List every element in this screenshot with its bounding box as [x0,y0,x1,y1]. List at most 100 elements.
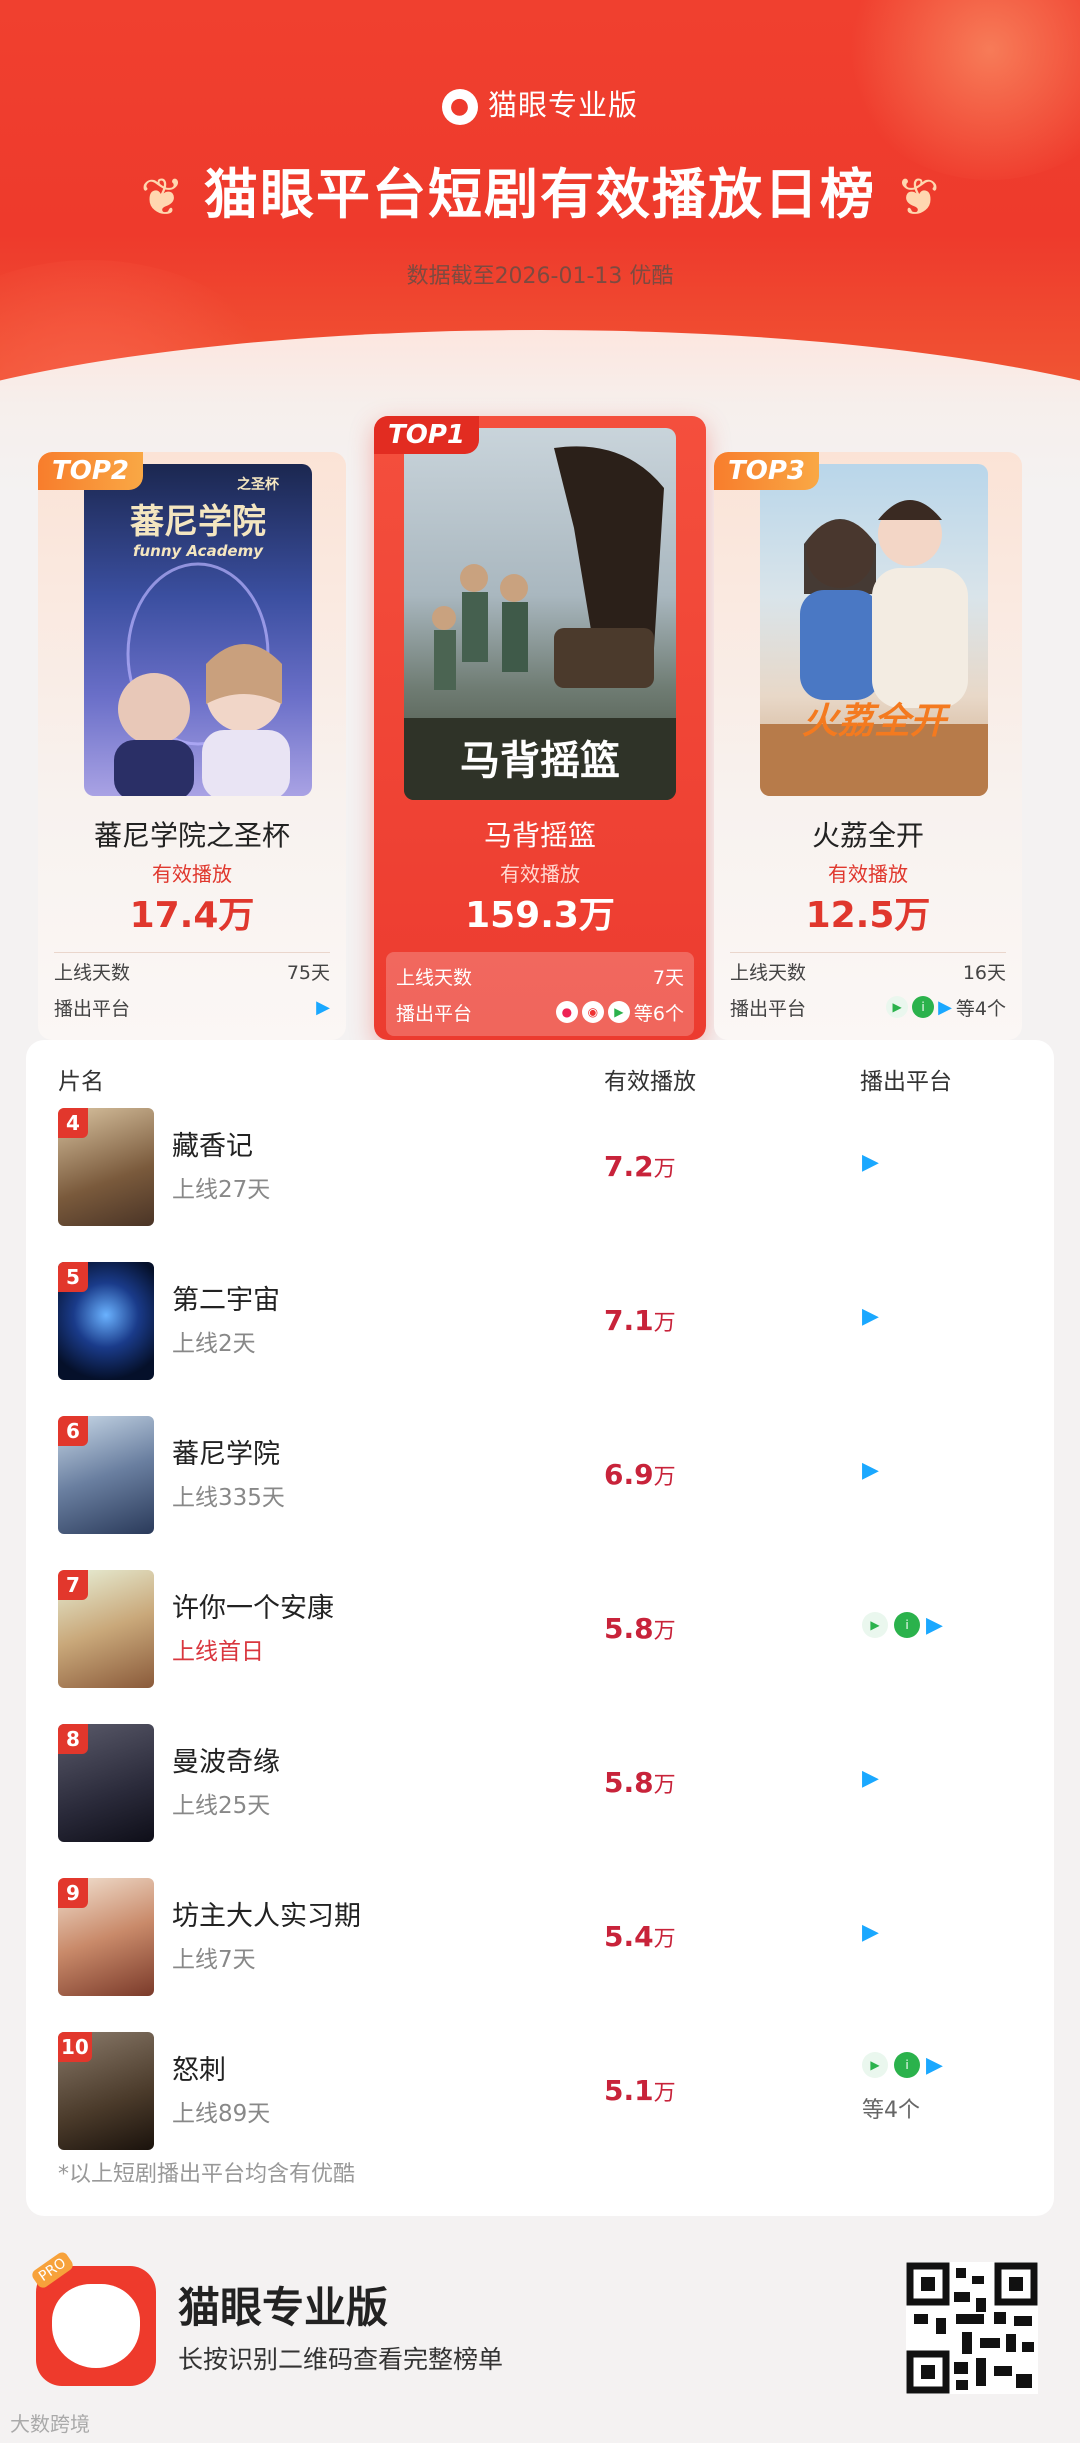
list-item[interactable]: 4 藏香记 上线27天 7.2万 ▶ [26,1098,1054,1238]
tencent-video-icon: ◉ [581,1001,604,1023]
youku-icon: ▶ [862,1304,879,1329]
platform-label: 播出平台 [396,1002,473,1025]
maoyan-cat-icon: ● [441,89,478,125]
top2-poster: 蕃尼学院 之圣杯 funny Academy [84,464,312,796]
rank-badge: 8 [58,1724,88,1754]
drama-title: 许你一个安康 [172,1593,334,1624]
drama-title: 坊主大人实习期 [172,1901,361,1932]
drama-thumbnail: 6 [58,1416,154,1534]
rank-badge: 7 [58,1570,88,1600]
laurel-right-icon: ❦ [894,168,940,229]
play-count: 5.1万 [604,2074,676,2107]
top1-poster: 马背摇篮 [404,428,676,800]
top1-card[interactable]: 马背摇篮 TOP1 马背摇篮 有效播放 159.3万 上线天数 7天 播出平台 ●… [374,416,706,1040]
days-online: 上线2天 [172,1331,256,1357]
iqiyi-icon: ▶ [607,1001,630,1023]
rank-badge: TOP3 [714,452,819,490]
metric-label: 有效播放 [152,862,232,886]
play-count: 17.4万 [129,895,255,936]
brand-header: ● 猫眼专业版 [0,82,1080,125]
days-label: 上线天数 [396,966,473,989]
drama-title: 火荔全开 [811,819,924,852]
list-item[interactable]: 9 坊主大人实习期 上线7天 5.4万 ▶ [26,1868,1054,2008]
rank-badge: 4 [58,1108,88,1138]
iqiyi-icon: i [894,1612,920,1638]
tencent-video-icon: ▶ [862,2052,888,2078]
tencent-video-icon: ▶ [886,996,909,1018]
laurel-left-icon: ❦ [140,168,186,229]
brand-name: 猫眼专业版 [487,88,638,122]
youku-icon: ▶ [862,1920,879,1945]
top2-poster-en: funny Academy [132,542,264,560]
more-platforms: 等4个 [862,2098,920,2123]
tencent-video-icon: ▶ [862,1612,888,1638]
days-online: 上线27天 [172,1177,271,1203]
drama-title: 怒刺 [172,2055,226,2086]
footer-tagline: 长按识别二维码查看完整榜单 [178,2345,504,2374]
rank-badge: 10 [58,2032,92,2062]
youku-icon: ▶ [862,1150,879,1175]
play-count: 5.8万 [604,1766,676,1799]
drama-title: 藏香记 [172,1131,253,1162]
play-count: 6.9万 [604,1458,676,1491]
youku-icon: ▶ [938,996,952,1018]
drama-thumbnail: 10 [58,2032,154,2150]
days-online: 上线7天 [172,1947,256,1973]
footnote: *以上短剧播出平台均含有优酷 [58,2162,356,2187]
drama-thumbnail: 7 [58,1570,154,1688]
top2-card[interactable]: 蕃尼学院 之圣杯 funny Academy TOP2 蕃尼学院之圣杯 有效播放… [38,452,346,1040]
days-value: 16天 [962,961,1006,984]
platform-label: 播出平台 [730,997,807,1020]
list-item[interactable]: 5 第二宇宙 上线2天 7.1万 ▶ [26,1252,1054,1392]
platforms: ▶ [862,1458,879,1483]
drama-thumbnail: 9 [58,1878,154,1996]
rank-badge: 5 [58,1262,88,1292]
more-platforms: 等4个 [955,997,1006,1020]
watermark: 大数跨境 [10,2412,90,2436]
rank-badge: TOP2 [38,452,143,490]
drama-title: 蕃尼学院之圣杯 [93,819,290,852]
play-count: 12.5万 [805,895,931,936]
drama-thumbnail: 5 [58,1262,154,1380]
youku-icon: ▶ [862,1458,879,1483]
days-online: 上线89天 [172,2101,271,2127]
qr-code[interactable] [906,2262,1038,2394]
platforms: ▶ i ▶ [862,1612,943,1638]
iqiyi-icon: i [894,2052,920,2078]
top3-card[interactable]: 火荔全开 TOP3 火荔全开 有效播放 12.5万 上线天数 16天 播出平台 ▶… [714,452,1022,1040]
drama-thumbnail: 4 [58,1108,154,1226]
col-platform: 播出平台 [860,1069,952,1095]
rank-badge: TOP1 [374,416,479,454]
list-item[interactable]: 10 怒刺 上线89天 5.1万 ▶ i ▶ 等4个 [26,2022,1054,2162]
youku-icon: ▶ [926,2052,943,2078]
mango-tv-icon: ● [555,1001,578,1023]
youku-icon: ▶ [926,1612,943,1638]
list-item[interactable]: 6 蕃尼学院 上线335天 6.9万 ▶ [26,1406,1054,1546]
platforms: ▶ [862,1920,879,1945]
col-play: 有效播放 [604,1069,696,1095]
days-online: 上线335天 [172,1485,285,1511]
col-name: 片名 [58,1069,104,1095]
days-value: 75天 [286,961,330,984]
play-count: 159.3万 [465,895,615,936]
play-count: 5.8万 [604,1612,676,1645]
drama-title: 曼波奇缘 [172,1747,280,1778]
pro-badge: PRO [29,2249,76,2291]
platform-label: 播出平台 [54,997,131,1020]
ranking-list: 片名 有效播放 播出平台 4 藏香记 上线27天 7.2万 ▶ 5 第二宇宙 上… [26,1040,1054,2216]
iqiyi-icon: i [912,996,935,1018]
page-title-text: 猫眼平台短剧有效播放日榜 [204,163,876,226]
metric-label: 有效播放 [828,862,908,886]
qr-code-icon [906,2262,1038,2394]
rank-badge: 9 [58,1878,88,1908]
app-logo: PRO [29,2249,156,2386]
platforms: ▶ [862,1766,879,1791]
page-title: ❦ 猫眼平台短剧有效播放日榜 ❦ [0,150,1080,229]
more-platforms: 等6个 [633,1002,684,1025]
top2-poster-title: 蕃尼学院 [130,502,266,542]
youku-icon: ▶ [316,996,330,1018]
card-meta: 上线天数 75天 播出平台 ▶ [54,952,330,1025]
platforms: ▶ i ▶ [862,2052,943,2078]
list-item[interactable]: 8 曼波奇缘 上线25天 5.8万 ▶ [26,1714,1054,1854]
list-item[interactable]: 7 许你一个安康 上线首日 5.8万 ▶ i ▶ [26,1560,1054,1700]
